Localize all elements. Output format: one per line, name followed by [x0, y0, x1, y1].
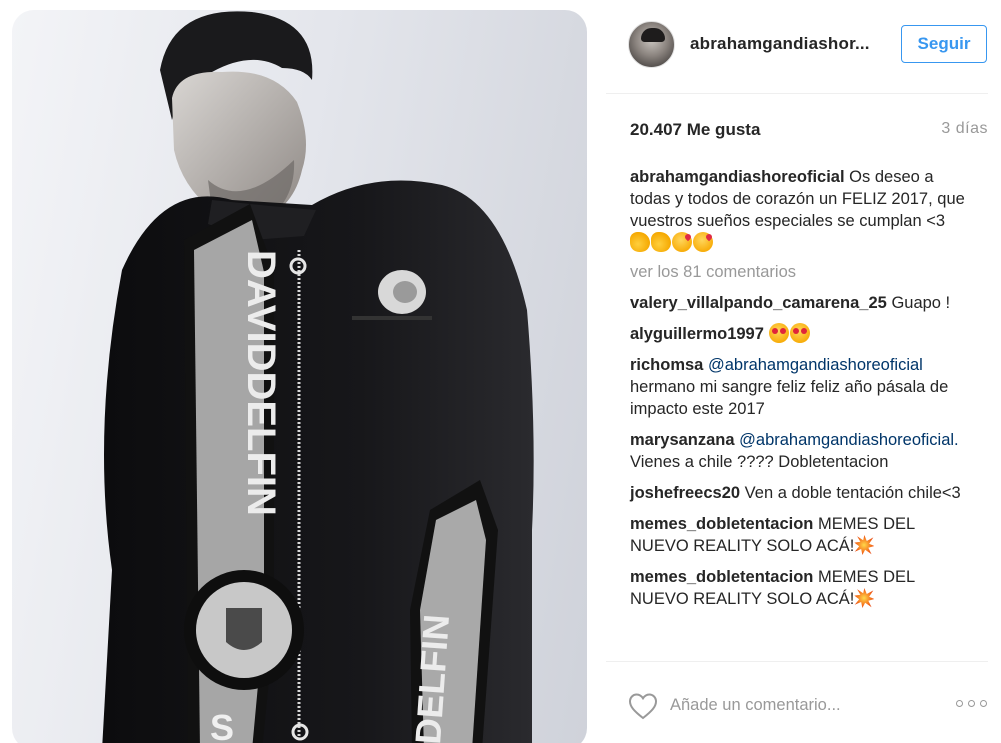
svg-text:S: S [210, 707, 234, 743]
comment-text: Ven a doble tentación chile<3 [744, 484, 961, 502]
scarf-text-left: DAVIDDELFIN [239, 250, 283, 516]
caption: abrahamgandiashoreoficial Os deseo a tod… [630, 166, 970, 254]
heart-outline-icon[interactable] [628, 692, 658, 720]
comments-list: abrahamgandiashoreoficial Os deseo a tod… [630, 166, 970, 619]
comment-username[interactable]: joshefreecs20 [630, 484, 740, 502]
comment-item: memes_dobletentacion MEMES DEL NUEVO REA… [630, 513, 970, 557]
flexed-biceps-emoji-icon [651, 232, 671, 252]
comment-mention[interactable]: @abrahamgandiashoreoficial [708, 356, 923, 374]
comment-mention[interactable]: @abrahamgandiashoreoficial. [739, 431, 958, 449]
comment-item: alyguillermo1997 [630, 323, 970, 345]
post-time[interactable]: 3 días [941, 120, 988, 138]
comment-username[interactable]: memes_dobletentacion [630, 568, 813, 586]
more-options-icon[interactable] [956, 700, 990, 710]
comment-item: joshefreecs20 Ven a doble tentación chil… [630, 482, 970, 504]
comment-item: marysanzana @abrahamgandiashoreoficial. … [630, 429, 970, 473]
view-all-comments-link[interactable]: ver los 81 comentarios [630, 261, 970, 283]
avatar[interactable] [628, 21, 675, 68]
author-username[interactable]: abrahamgandiashor... [690, 34, 870, 54]
like-count[interactable]: 20.407 Me gusta [630, 120, 760, 140]
photo-illustration: DAVIDDELFIN DELFIN S [102, 11, 534, 743]
post-header: abrahamgandiashor... Seguir [606, 0, 988, 94]
likes-row: 20.407 Me gusta 3 días [630, 120, 988, 142]
comment-username[interactable]: alyguillermo1997 [630, 325, 764, 343]
comment-text: Vienes a chile ???? Dobletentacion [630, 453, 889, 471]
post-photo[interactable]: DAVIDDELFIN DELFIN S [12, 10, 587, 743]
comment-text: Guapo ! [891, 294, 951, 312]
follow-button[interactable]: Seguir [901, 25, 987, 63]
comment-username[interactable]: richomsa [630, 356, 703, 374]
comment-composer [606, 661, 988, 743]
comment-username[interactable]: valery_villalpando_camarena_25 [630, 294, 887, 312]
comment-item: richomsa @abrahamgandiashoreoficial herm… [630, 354, 970, 420]
comment-item: valery_villalpando_camarena_25 Guapo ! [630, 292, 970, 314]
collision-emoji-icon [854, 588, 875, 608]
comment-text: hermano mi sangre feliz feliz año pásala… [630, 378, 949, 418]
post-details: abrahamgandiashor... Seguir 20.407 Me gu… [606, 0, 1001, 743]
comment-username[interactable]: memes_dobletentacion [630, 515, 813, 533]
collision-emoji-icon [854, 535, 875, 555]
flexed-biceps-emoji-icon [630, 232, 650, 252]
comment-item: memes_dobletentacion MEMES DEL NUEVO REA… [630, 566, 970, 610]
heart-eyes-emoji-icon [768, 323, 789, 343]
kiss-face-emoji-icon [672, 232, 692, 252]
add-comment-input[interactable] [670, 692, 930, 718]
comment-username[interactable]: marysanzana [630, 431, 735, 449]
heart-eyes-emoji-icon [789, 323, 810, 343]
kiss-face-emoji-icon [693, 232, 713, 252]
caption-username[interactable]: abrahamgandiashoreoficial [630, 168, 845, 186]
